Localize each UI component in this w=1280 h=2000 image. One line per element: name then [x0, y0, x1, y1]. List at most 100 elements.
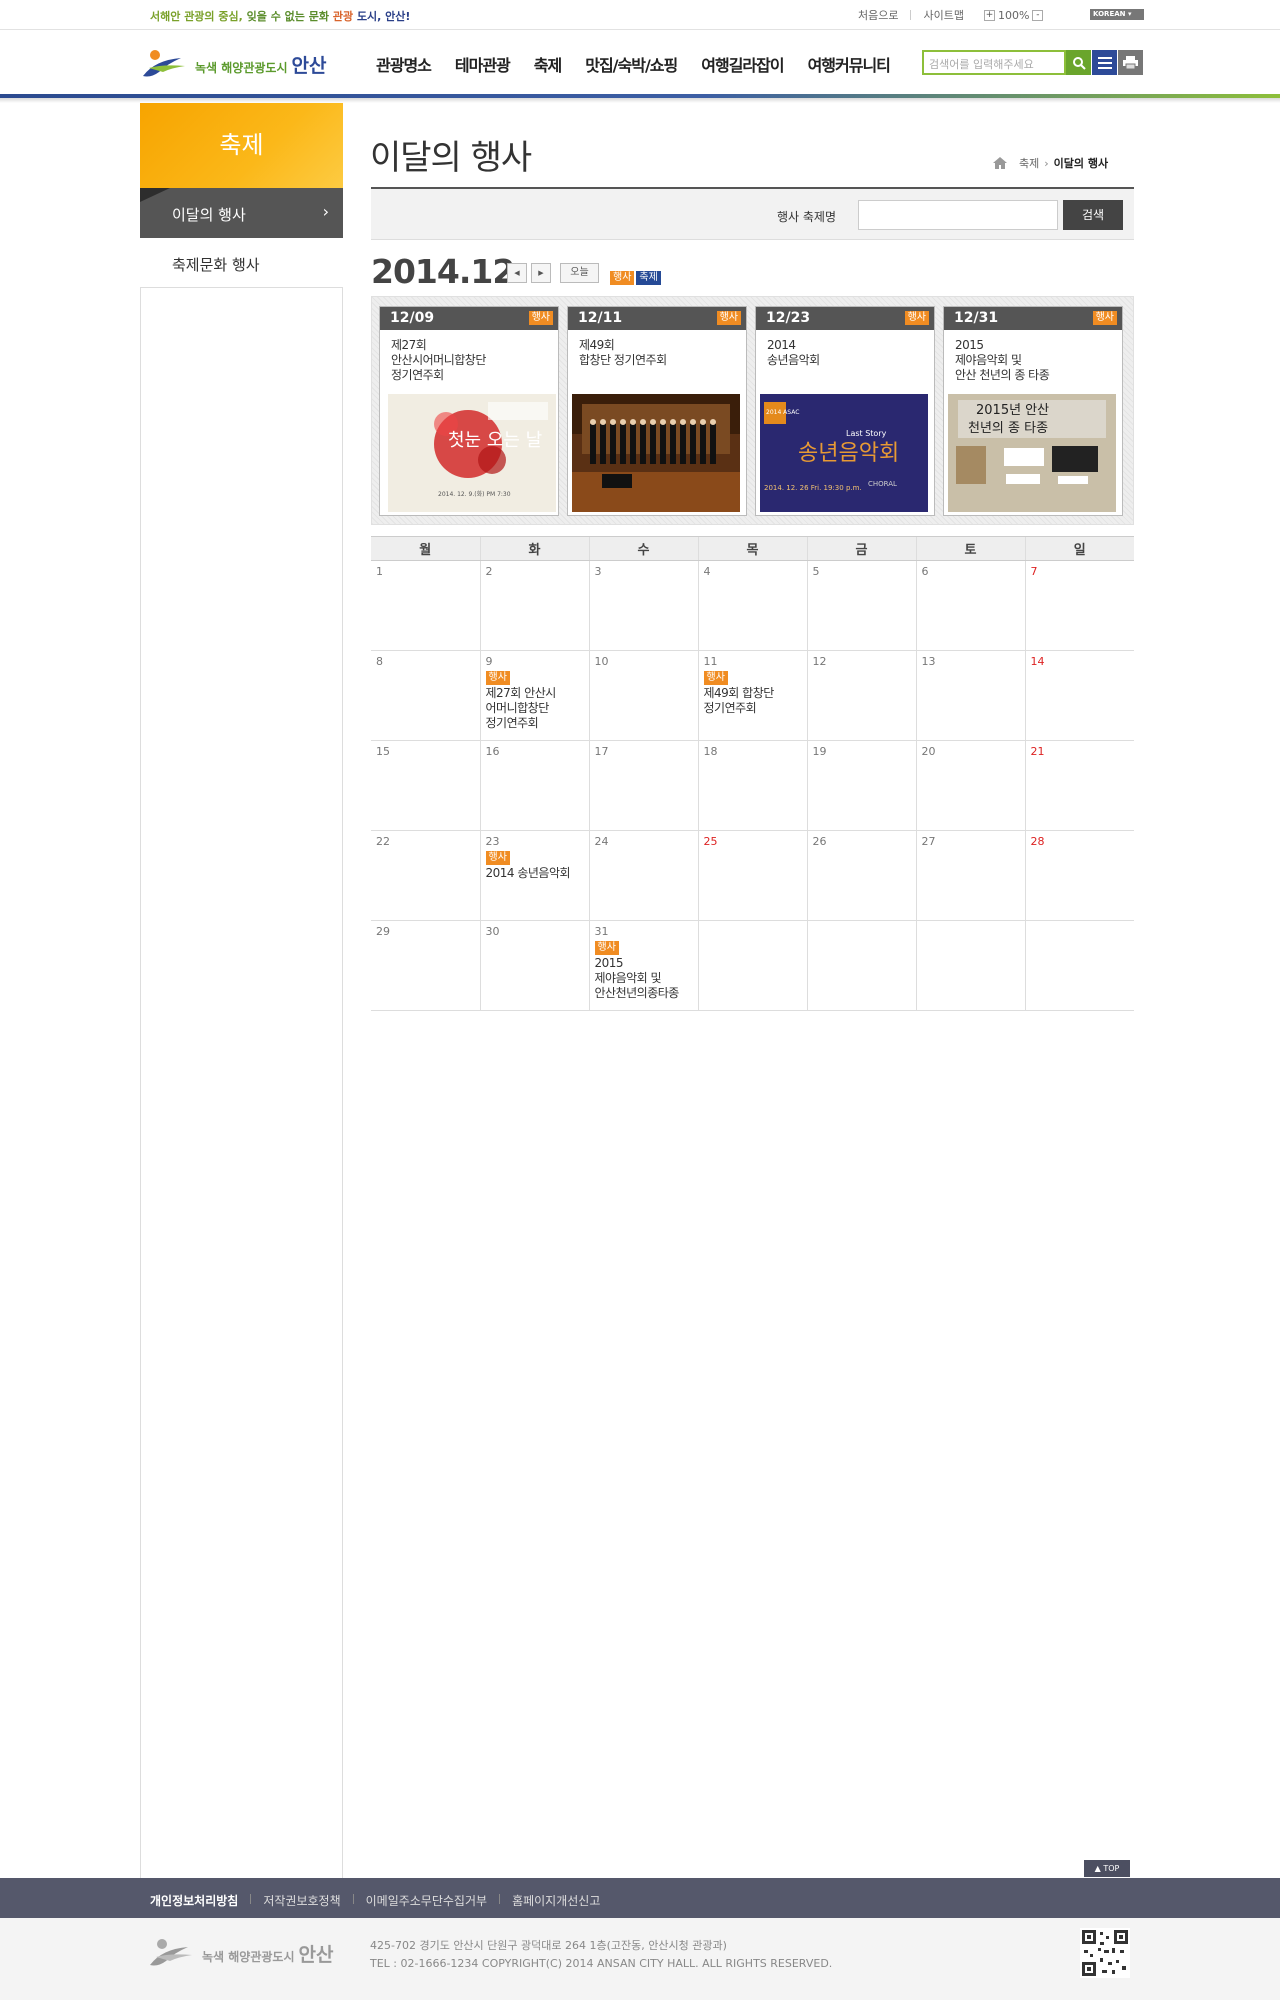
- prev-month-button[interactable]: ◀: [507, 263, 527, 283]
- breadcrumb-item[interactable]: 축제: [1019, 155, 1039, 171]
- day-number: 15: [376, 745, 390, 758]
- legend-festival-badge: 축제: [636, 271, 661, 285]
- calendar-week: 15 16 17 18 19 20 21: [371, 740, 1134, 831]
- card-header: 12/11 행사: [568, 307, 746, 330]
- event-title[interactable]: 어머니합창단: [486, 701, 584, 716]
- nav-item-food-stay-shopping[interactable]: 맛집/숙박/쇼핑: [585, 52, 678, 76]
- event-title[interactable]: 정기연주회: [704, 701, 802, 716]
- divider: [499, 1894, 501, 1904]
- calendar-day: [697, 920, 807, 1011]
- day-number: 17: [594, 745, 609, 758]
- event-title[interactable]: 정기연주회: [486, 716, 584, 731]
- nav-item-theme[interactable]: 테마관광: [455, 52, 511, 76]
- home-link[interactable]: 처음으로: [858, 7, 898, 23]
- poster-title: 송년음악회: [798, 441, 899, 466]
- language-select[interactable]: KOREAN ▾: [1090, 9, 1144, 20]
- today-button[interactable]: 오늘: [560, 263, 599, 283]
- card-title: 2015 제야음악회 및 안산 천년의 종 타종: [955, 338, 1050, 382]
- copyright-policy-link[interactable]: 저작권보호정책: [263, 1892, 340, 1909]
- event-poster: 2014 ASAC Last Story 송년음악회 2014. 12. 26 …: [760, 394, 928, 512]
- calendar-day[interactable]: 11 행사 제49회 합창단 정기연주회: [697, 650, 807, 741]
- slogan: 서해안 관광의 중심, 잊을 수 없는 문화 관광 도시, 안산!: [150, 10, 411, 23]
- home-icon[interactable]: [993, 157, 1007, 169]
- poster-title-1: 2015년 안산: [976, 403, 1049, 418]
- calendar-day: 30: [479, 920, 589, 1011]
- nav-item-attractions[interactable]: 관광명소: [376, 52, 432, 76]
- event-calendar: 월 화 수 목 금 토 일 1 2 3 4 5 6 7 8 9 행사 제27회 안산시 어머니합창단 정…: [371, 536, 1134, 1011]
- event-title[interactable]: 제27회 안산시: [486, 686, 584, 701]
- menu-button[interactable]: [1092, 50, 1117, 75]
- logo-mark-icon: [150, 1939, 192, 1966]
- footer-address: 425-702 경기도 안산시 단원구 광덕대로 264 1층(고잔동, 안산시…: [370, 1939, 833, 1970]
- zoom-out-button[interactable]: -: [1032, 9, 1044, 21]
- day-number: 26: [812, 835, 827, 848]
- event-badge: 행사: [904, 311, 929, 325]
- weekday: 금: [806, 536, 916, 561]
- poster-choral: CHORAL: [868, 480, 897, 488]
- day-number: 29: [376, 925, 390, 938]
- event-badge: 행사: [703, 671, 728, 685]
- event-card[interactable]: 12/31 행사 2015 제야음악회 및 안산 천년의 종 타종 2015년 안산 …: [943, 306, 1123, 516]
- calendar-day: 27: [915, 830, 1025, 921]
- email-refusal-link[interactable]: 이메일주소무단수집거부: [366, 1892, 487, 1909]
- zoom-in-button[interactable]: +: [983, 9, 995, 21]
- site-feedback-link[interactable]: 홈페이지개선신고: [512, 1892, 600, 1909]
- site-logo[interactable]: 녹색 해양관광도시 안산: [141, 46, 326, 82]
- calendar-day: 21: [1024, 740, 1134, 831]
- calendar-week: 8 9 행사 제27회 안산시 어머니합창단 정기연주회 10 11 행사 제49회 합창단 정기연…: [371, 650, 1134, 741]
- sidebar-item-monthly-events[interactable]: 이달의 행사 ›: [140, 188, 343, 238]
- day-number: 1: [376, 565, 383, 578]
- search-input[interactable]: 검색어를 입력해주세요: [922, 50, 1066, 75]
- page-title: 이달의 행사: [370, 138, 532, 178]
- calendar-week: 1 2 3 4 5 6 7: [371, 560, 1134, 651]
- sidebar-title: 축제: [140, 103, 343, 188]
- calendar-day[interactable]: 9 행사 제27회 안산시 어머니합창단 정기연주회: [479, 650, 589, 741]
- event-search-label: 행사 축제명: [777, 210, 837, 224]
- sitemap-link[interactable]: 사이트맵: [923, 7, 963, 23]
- weekday: 화: [479, 536, 589, 561]
- event-search-button[interactable]: 검색: [1063, 200, 1123, 230]
- day-number: 18: [703, 745, 718, 758]
- event-card[interactable]: 12/11 행사 제49회 합창단 정기연주회: [567, 306, 747, 516]
- nav-item-festival[interactable]: 축제: [534, 52, 562, 76]
- event-card[interactable]: 12/09 행사 제27회 안산시어머니합창단 정기연주회 첫눈 오는 날 2014.…: [379, 306, 559, 516]
- top-utility-bar: 서해안 관광의 중심, 잊을 수 없는 문화 관광 도시, 안산! 처음으로 사…: [0, 0, 1280, 30]
- calendar-day: 2: [479, 560, 589, 651]
- calendar-day: 22: [371, 830, 480, 921]
- nav-item-travel-guide[interactable]: 여행길라잡이: [701, 52, 784, 76]
- search-button[interactable]: [1066, 50, 1091, 75]
- calendar-day[interactable]: 31 행사 2015 제야음악회 및 안산천년의종타종: [588, 920, 698, 1011]
- calendar-day: 6: [915, 560, 1025, 651]
- logo-text: 녹색 해양관광도시 안산: [195, 54, 327, 77]
- scroll-top-button[interactable]: ▲ TOP: [1084, 1860, 1130, 1877]
- next-month-button[interactable]: ▶: [531, 263, 551, 283]
- zoom-level: 100%: [997, 8, 1030, 22]
- corner-decoration: [140, 188, 170, 202]
- privacy-policy-link[interactable]: 개인정보처리방침: [150, 1892, 238, 1909]
- weekday: 월: [371, 536, 480, 561]
- event-title[interactable]: 제야음악회 및: [595, 971, 693, 986]
- print-button[interactable]: [1118, 50, 1143, 75]
- day-number: 10: [594, 655, 609, 668]
- day-number: 9: [485, 655, 493, 668]
- event-name-input[interactable]: [858, 200, 1058, 230]
- event-title[interactable]: 안산천년의종타종: [595, 986, 693, 1001]
- day-number: 6: [921, 565, 929, 578]
- day-number: 16: [485, 745, 500, 758]
- event-title[interactable]: 제49회 합창단: [704, 686, 802, 701]
- calendar-day: 12: [806, 650, 916, 741]
- calendar-day: 29: [371, 920, 480, 1011]
- calendar-day: 19: [806, 740, 916, 831]
- divider: [910, 10, 912, 20]
- nav-item-community[interactable]: 여행커뮤니티: [808, 52, 891, 76]
- event-card[interactable]: 12/23 행사 2014 송년음악회 2014 ASAC Last Story 송…: [755, 306, 935, 516]
- day-number: 5: [812, 565, 820, 578]
- poster-title: 첫눈 오는 날: [448, 430, 542, 451]
- event-title[interactable]: 2015: [595, 956, 693, 971]
- footer-logo: 녹색 해양관광도시 안산: [148, 1935, 333, 1971]
- sidebar-item-festival-culture[interactable]: 축제문화 행사: [140, 238, 343, 288]
- day-number: 24: [594, 835, 609, 848]
- event-title[interactable]: 2014 송년음악회: [486, 866, 584, 881]
- calendar-day[interactable]: 23 행사 2014 송년음악회: [479, 830, 589, 921]
- card-header: 12/23 행사: [756, 307, 934, 330]
